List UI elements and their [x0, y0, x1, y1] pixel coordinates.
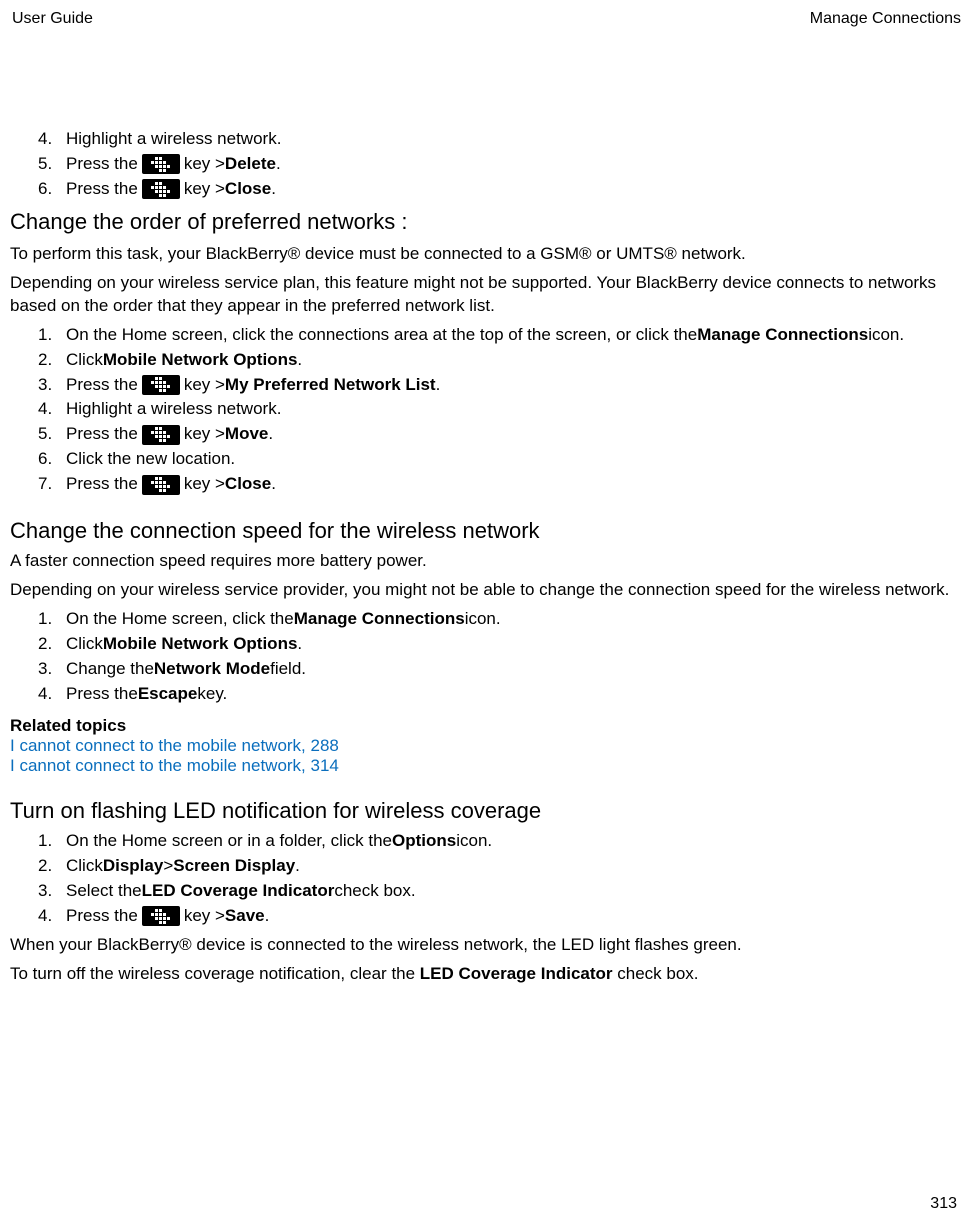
related-topic-link[interactable]: I cannot connect to the mobile network, …: [10, 756, 963, 776]
section2-steps-list: 1.On the Home screen, click the Manage C…: [38, 608, 963, 706]
blackberry-menu-key-icon: [142, 375, 180, 395]
list-item: 1.On the Home screen or in a folder, cli…: [38, 830, 963, 853]
list-number: 1.: [38, 608, 66, 631]
para2-a: To turn off the wireless coverage notifi…: [10, 964, 420, 983]
heading-change-speed: Change the connection speed for the wire…: [10, 518, 963, 544]
list-item: 4.Highlight a wireless network.: [38, 398, 963, 421]
list-number: 2.: [38, 855, 66, 878]
list-item: 4.Press the key > Save.: [38, 905, 963, 928]
list-number: 5.: [38, 423, 66, 446]
list-item: 5.Press the key > Move.: [38, 423, 963, 446]
list-item: 7.Press the key > Close.: [38, 473, 963, 496]
list-item: 3.Press the key > My Preferred Network L…: [38, 374, 963, 397]
top-steps-list: 4.Highlight a wireless network.5.Press t…: [38, 128, 963, 201]
section3-steps-list: 1.On the Home screen or in a folder, cli…: [38, 830, 963, 928]
list-item: 6.Click the new location.: [38, 448, 963, 471]
section3-para1: When your BlackBerry® device is connecte…: [10, 934, 963, 957]
list-body: Highlight a wireless network.: [66, 398, 963, 421]
related-links: I cannot connect to the mobile network, …: [10, 736, 963, 776]
list-body: On the Home screen or in a folder, click…: [66, 830, 963, 853]
header-left: User Guide: [12, 10, 93, 28]
list-body: Click the new location.: [66, 448, 963, 471]
list-number: 4.: [38, 398, 66, 421]
list-number: 3.: [38, 374, 66, 397]
page-number: 313: [930, 1195, 957, 1213]
list-number: 5.: [38, 153, 66, 176]
list-body: Change the Network Mode field.: [66, 658, 963, 681]
list-item: 2.Click Display > Screen Display.: [38, 855, 963, 878]
blackberry-menu-key-icon: [142, 906, 180, 926]
blackberry-menu-key-icon: [142, 154, 180, 174]
list-item: 2.Click Mobile Network Options.: [38, 633, 963, 656]
blackberry-menu-key-icon: [142, 475, 180, 495]
blackberry-menu-key-icon: [142, 425, 180, 445]
list-body: On the Home screen, click the connection…: [66, 324, 963, 347]
list-number: 3.: [38, 658, 66, 681]
list-item: 1.On the Home screen, click the connecti…: [38, 324, 963, 347]
related-topics-heading: Related topics: [10, 716, 963, 736]
section1-para1: To perform this task, your BlackBerry® d…: [10, 243, 963, 266]
list-number: 3.: [38, 880, 66, 903]
list-item: 3.Change the Network Mode field.: [38, 658, 963, 681]
list-number: 6.: [38, 448, 66, 471]
list-body: Press the key > My Preferred Network Lis…: [66, 374, 963, 397]
list-body: Select the LED Coverage Indicator check …: [66, 880, 963, 903]
list-body: Press the key > Delete.: [66, 153, 963, 176]
list-item: 4.Highlight a wireless network.: [38, 128, 963, 151]
heading-led-notification: Turn on flashing LED notification for wi…: [10, 798, 963, 824]
list-number: 1.: [38, 830, 66, 853]
list-body: Press the Escape key.: [66, 683, 963, 706]
section1-steps-list: 1.On the Home screen, click the connecti…: [38, 324, 963, 497]
list-body: Click Mobile Network Options.: [66, 349, 963, 372]
list-body: Press the key > Close.: [66, 473, 963, 496]
section1-para2: Depending on your wireless service plan,…: [10, 272, 963, 318]
list-item: 4.Press the Escape key.: [38, 683, 963, 706]
list-number: 4.: [38, 128, 66, 151]
section3-para2: To turn off the wireless coverage notifi…: [10, 963, 963, 986]
list-body: Click Display > Screen Display.: [66, 855, 963, 878]
related-topic-link[interactable]: I cannot connect to the mobile network, …: [10, 736, 963, 756]
list-body: Press the key > Save.: [66, 905, 963, 928]
list-body: Press the key > Close.: [66, 178, 963, 201]
list-item: 1.On the Home screen, click the Manage C…: [38, 608, 963, 631]
list-item: 6.Press the key > Close.: [38, 178, 963, 201]
list-item: 2.Click Mobile Network Options.: [38, 349, 963, 372]
list-number: 2.: [38, 349, 66, 372]
list-number: 2.: [38, 633, 66, 656]
heading-change-order: Change the order of preferred networks :: [10, 209, 963, 235]
section2-para2: Depending on your wireless service provi…: [10, 579, 963, 602]
list-number: 6.: [38, 178, 66, 201]
section2-para1: A faster connection speed requires more …: [10, 550, 963, 573]
para2-b: LED Coverage Indicator: [420, 964, 613, 983]
para2-c: check box.: [613, 964, 699, 983]
list-number: 1.: [38, 324, 66, 347]
list-item: 5.Press the key > Delete.: [38, 153, 963, 176]
list-number: 4.: [38, 683, 66, 706]
list-body: On the Home screen, click the Manage Con…: [66, 608, 963, 631]
list-body: Click Mobile Network Options.: [66, 633, 963, 656]
list-body: Highlight a wireless network.: [66, 128, 963, 151]
list-number: 4.: [38, 905, 66, 928]
list-item: 3.Select the LED Coverage Indicator chec…: [38, 880, 963, 903]
list-body: Press the key > Move.: [66, 423, 963, 446]
blackberry-menu-key-icon: [142, 179, 180, 199]
header-right: Manage Connections: [810, 10, 961, 28]
list-number: 7.: [38, 473, 66, 496]
